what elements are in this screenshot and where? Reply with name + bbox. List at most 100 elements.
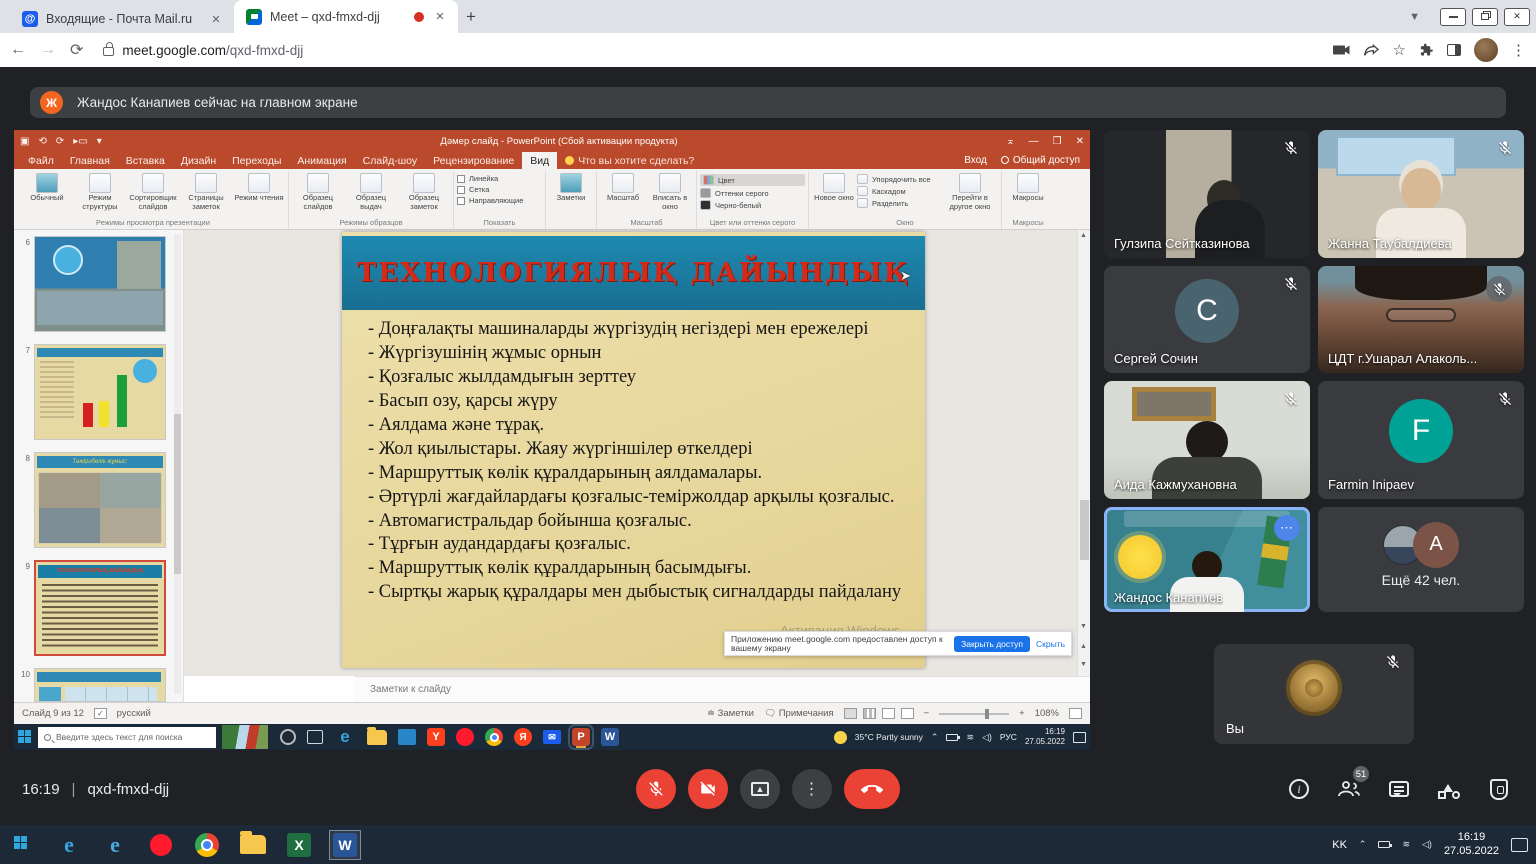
checkbox-guides[interactable]: Направляющие — [457, 196, 542, 205]
ribbon-button-notes-page[interactable]: Страницы заметок — [180, 171, 232, 211]
more-options-button[interactable]: ⋮ — [792, 769, 832, 809]
search-highlight-image[interactable] — [222, 725, 268, 749]
taskbar-search-field[interactable]: Введите здесь текст для поиска — [38, 727, 216, 748]
ribbon-button-switch-windows[interactable]: Перейти в другое окно — [942, 171, 998, 211]
window-close-button[interactable]: ✕ — [1504, 8, 1530, 26]
thumbnail-slide-8[interactable]: 8 Тәжірибелік жұмыс: — [18, 452, 173, 548]
participant-tile[interactable]: Гулзипа Сейтказинова — [1104, 130, 1310, 258]
ribbon-button-new-window[interactable]: Новое окно — [812, 171, 856, 203]
word-taskbar-icon-active[interactable]: W — [322, 825, 368, 864]
new-tab-button[interactable]: + — [466, 7, 476, 27]
checkbox-ruler[interactable]: Линейка — [457, 174, 542, 183]
share-button[interactable]: Общий доступ — [1001, 155, 1080, 166]
reload-button[interactable]: ⟳ — [70, 40, 83, 60]
ribbon-button-normal[interactable]: Обычный — [21, 171, 73, 203]
sign-in-link[interactable]: Вход — [964, 155, 987, 166]
start-button[interactable] — [0, 825, 46, 864]
status-notes-button[interactable]: ≐ Заметки — [707, 708, 754, 719]
zoom-slider[interactable] — [939, 713, 1009, 715]
tab-animations[interactable]: Анимация — [289, 152, 354, 169]
redo-icon[interactable]: ⟳ — [56, 136, 64, 147]
status-reading-view-icon[interactable] — [882, 708, 895, 719]
stop-sharing-button[interactable]: Закрыть доступ — [954, 636, 1030, 652]
excel-taskbar-icon[interactable]: X — [276, 825, 322, 864]
ribbon-button-cascade[interactable]: Каскадом — [857, 186, 941, 196]
camera-toggle-button[interactable] — [688, 769, 728, 809]
chat-button[interactable] — [1386, 776, 1412, 802]
zoom-out-button[interactable]: − — [924, 708, 930, 719]
hide-popup-link[interactable]: Скрыть — [1036, 639, 1065, 649]
participant-tile[interactable]: Аида Кажмухановна — [1104, 381, 1310, 499]
zoom-in-button[interactable]: + — [1019, 708, 1025, 719]
tab-meet[interactable]: Meet – qxd-fmxd-djj ✕ — [234, 0, 458, 33]
scroll-up-icon[interactable]: ▲ — [1080, 232, 1087, 239]
yandex-icon[interactable]: Y — [427, 728, 445, 746]
participant-tile[interactable]: F Farmin Inipaev — [1318, 381, 1524, 499]
participant-tile[interactable]: Жанна Таубалдиева — [1318, 130, 1524, 258]
ribbon-button-color[interactable]: Цвет — [700, 174, 805, 186]
pp-restore-button[interactable]: ❐ — [1053, 136, 1062, 147]
tab-close-icon[interactable]: ✕ — [432, 9, 448, 25]
browser-menu-icon[interactable]: ⋮ — [1511, 41, 1526, 59]
action-center-icon[interactable] — [1073, 732, 1086, 743]
tab-search-chevron-icon[interactable]: ▼ — [1409, 11, 1420, 23]
ribbon-button-grayscale[interactable]: Оттенки серого — [700, 188, 805, 198]
more-participants-tile[interactable]: A Ещё 42 чел. — [1318, 507, 1524, 612]
word-taskbar-icon[interactable]: W — [601, 728, 619, 746]
cortana-icon[interactable] — [280, 729, 296, 745]
mic-toggle-button[interactable] — [636, 769, 676, 809]
side-panel-icon[interactable] — [1447, 44, 1461, 56]
edge-taskbar-icon[interactable]: e — [46, 825, 92, 864]
profile-avatar[interactable] — [1474, 38, 1498, 62]
task-view-icon[interactable] — [307, 730, 323, 744]
mail-icon[interactable]: ✉ — [543, 730, 561, 744]
ribbon-button-macros[interactable]: Макросы — [1005, 171, 1051, 203]
next-slide-icon[interactable]: ▼ — [1080, 661, 1087, 668]
previous-slide-icon[interactable]: ▲ — [1080, 643, 1087, 650]
tab-home[interactable]: Главная — [62, 152, 118, 169]
ribbon-button-zoom[interactable]: Масштаб — [600, 171, 646, 203]
opera-icon[interactable] — [456, 728, 474, 746]
thumbnail-scrollbar[interactable] — [174, 234, 181, 694]
tab-view[interactable]: Вид — [522, 152, 557, 169]
start-button-icon[interactable] — [18, 730, 32, 744]
pp-minimize-button[interactable]: — — [1029, 136, 1039, 147]
tab-transitions[interactable]: Переходы — [224, 152, 289, 169]
activities-button[interactable] — [1436, 776, 1462, 802]
status-slideshow-icon[interactable] — [901, 708, 914, 719]
status-sorter-view-icon[interactable] — [863, 708, 876, 719]
ribbon-button-sorter[interactable]: Сортировщик слайдов — [127, 171, 179, 211]
thumbnail-slide-10[interactable]: 10 — [18, 668, 173, 702]
opera-taskbar-icon[interactable] — [138, 825, 184, 864]
language-indicator[interactable]: РУС — [1000, 732, 1017, 742]
edge-icon[interactable]: e — [334, 726, 356, 748]
status-comments-button[interactable]: 🗨 Примечания — [764, 708, 834, 719]
ribbon-button-notes[interactable]: Заметки — [549, 171, 593, 203]
thumbnail-slide-6[interactable]: 6 — [18, 236, 173, 332]
qat-dropdown-icon[interactable]: ▾ — [97, 136, 102, 147]
zoom-percent[interactable]: 108% — [1035, 708, 1059, 719]
window-restore-button[interactable] — [1472, 8, 1498, 26]
chrome-taskbar-icon[interactable] — [184, 825, 230, 864]
tab-design[interactable]: Дизайн — [173, 152, 224, 169]
yandex-browser-icon[interactable]: Я — [514, 728, 532, 746]
slideshow-icon[interactable]: ▸▭ — [73, 136, 87, 147]
file-explorer-taskbar-icon[interactable] — [230, 825, 276, 864]
language-indicator[interactable]: KK — [1332, 839, 1347, 851]
undo-icon[interactable]: ⟲ — [38, 136, 46, 147]
notes-pane[interactable]: Заметки к слайду — [354, 676, 1090, 702]
participants-button[interactable]: 51 — [1336, 776, 1362, 802]
host-controls-button[interactable] — [1486, 776, 1512, 802]
participant-tile-active-speaker[interactable]: ⋯ Жандос Канапиев — [1104, 507, 1310, 612]
thumbnail-slide-9-selected[interactable]: 9 ТЕХНОЛОГИЯЛЫҚ ДАЙЫНДЫҚ — [18, 560, 173, 656]
chrome-icon[interactable] — [485, 728, 503, 746]
slide-scrollbar[interactable]: ▲ ▼ ▲ ▼ — [1077, 230, 1090, 676]
bookmark-star-icon[interactable]: ☆ — [1393, 41, 1406, 59]
powerpoint-taskbar-icon[interactable]: P — [572, 728, 590, 746]
tab-slideshow[interactable]: Слайд-шоу — [355, 152, 425, 169]
status-normal-view-icon[interactable] — [844, 708, 857, 719]
tab-camera-icon[interactable] — [1333, 44, 1351, 56]
participant-tile[interactable]: ЦДТ г.Ушарал Алаколь... — [1318, 266, 1524, 373]
ribbon-button-reading[interactable]: Режим чтения — [233, 171, 285, 203]
tell-me-box[interactable]: Что вы хотите сделать? — [565, 155, 694, 167]
